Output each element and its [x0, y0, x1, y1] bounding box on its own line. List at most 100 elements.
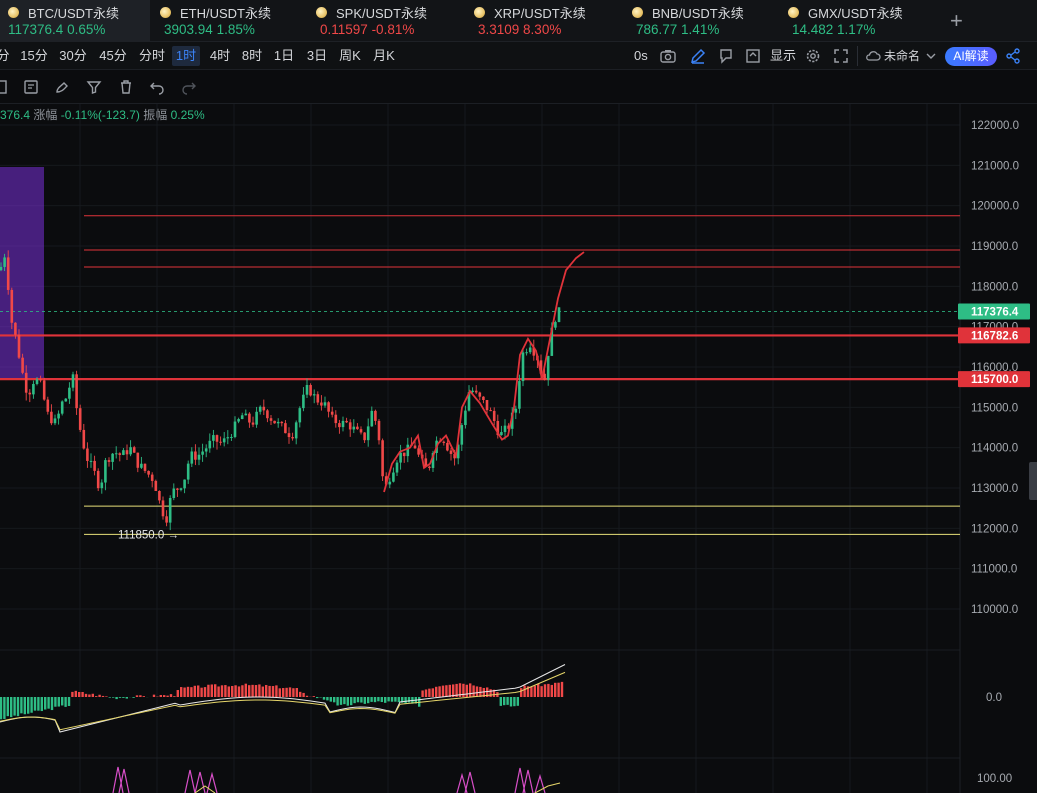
chevron-down-icon[interactable]: [922, 47, 940, 65]
candle-body: [147, 470, 150, 475]
macd-bar: [190, 687, 193, 697]
ticker-name: BTC/USDT永续: [28, 5, 120, 21]
macd-bar: [316, 697, 319, 699]
ticker-tab[interactable]: BTC/USDT永续 117376.4 0.65%: [0, 0, 150, 42]
ticker-tab[interactable]: GMX/USDT永续 14.482 1.17%: [784, 0, 934, 42]
interval-button[interactable]: 周K: [337, 46, 363, 66]
cursor-tool-icon[interactable]: [0, 78, 10, 96]
layout-name[interactable]: 未命名: [884, 46, 920, 66]
interval-button[interactable]: 1日: [272, 46, 296, 66]
share-icon[interactable]: [1004, 47, 1022, 65]
candle-body: [399, 452, 402, 463]
ticker-name: XRP/USDT永续: [494, 5, 586, 21]
display-settings-button[interactable]: 显示: [770, 46, 796, 66]
macd-bar: [509, 697, 513, 707]
macd-bar: [64, 697, 67, 707]
candle-body: [226, 437, 230, 439]
candle-body: [190, 451, 194, 464]
macd-bar: [197, 685, 200, 697]
macd-bar: [295, 688, 298, 697]
macd-bar: [506, 697, 509, 705]
interval-button[interactable]: 15分: [18, 46, 50, 66]
undo-icon[interactable]: [148, 78, 166, 96]
side-panel-handle[interactable]: [1029, 462, 1037, 500]
candle-body: [525, 352, 528, 354]
filter-icon[interactable]: [85, 78, 103, 96]
macd-bar: [44, 697, 47, 710]
candle-body: [237, 419, 240, 422]
macd-bar: [98, 694, 101, 697]
pencil-icon[interactable]: [689, 47, 707, 65]
candle-body: [129, 447, 132, 455]
add-tab-icon[interactable]: +: [950, 8, 963, 34]
interval-button[interactable]: 分时: [137, 46, 167, 66]
macd-bar: [560, 681, 564, 697]
ticker-tab[interactable]: XRP/USDT永续 3.3109 8.30%: [470, 0, 620, 42]
candle-body: [309, 385, 312, 396]
candle-body: [93, 460, 96, 471]
macd-bar: [27, 697, 30, 714]
ai-interpret-button[interactable]: AI解读: [945, 47, 997, 66]
interval-button[interactable]: 3日: [305, 46, 329, 66]
macd-bar: [530, 686, 533, 697]
ticker-change: -0.81%: [371, 22, 415, 37]
macd-bar: [302, 692, 305, 697]
ticker-tab[interactable]: BNB/USDT永续 786.77 1.41%: [628, 0, 778, 42]
macd-bar: [326, 697, 329, 701]
macd-bar: [207, 684, 210, 697]
candle-body: [179, 488, 183, 490]
redo-icon[interactable]: [180, 78, 198, 96]
interval-button[interactable]: 1时: [172, 46, 200, 66]
note-tool-icon[interactable]: [22, 78, 40, 96]
macd-bar: [469, 683, 472, 697]
y-axis-tick: 120000.0: [971, 201, 1019, 213]
expand-icon[interactable]: [832, 47, 850, 65]
interval-button[interactable]: 30分: [57, 46, 89, 66]
candle-body: [323, 402, 327, 406]
candle-body: [302, 394, 305, 409]
ticker-tab[interactable]: SPK/USDT永续 0.11597 -0.81%: [312, 0, 462, 42]
camera-icon[interactable]: [659, 47, 677, 65]
candle-body: [68, 387, 71, 399]
candle-body: [57, 413, 60, 419]
candle-body: [28, 392, 32, 395]
interval-button[interactable]: 45分: [97, 46, 129, 66]
candle-body: [42, 380, 46, 400]
y-axis-tick: 113000.0: [971, 483, 1018, 495]
macd-bar: [373, 697, 377, 703]
candle-body: [53, 418, 57, 424]
oscillator-line: [206, 771, 218, 793]
price-chart[interactable]: 111850.0 → 122000.0 121000.0 120000.0 119000…: [0, 104, 1037, 793]
candle-body: [186, 463, 190, 480]
brush-tool-icon[interactable]: [53, 78, 71, 96]
candle-body: [21, 357, 24, 373]
interval-button[interactable]: 分: [0, 46, 12, 66]
candle-body: [248, 413, 251, 423]
candle-body: [276, 421, 280, 424]
gear-icon[interactable]: [804, 47, 822, 65]
candle-body: [71, 374, 75, 388]
candle-body: [118, 453, 122, 455]
candle-body: [82, 429, 86, 449]
candle-body: [442, 441, 446, 443]
macd-bar: [180, 687, 183, 697]
candle-body: [183, 479, 186, 489]
y-axis-tick: 119000.0: [971, 241, 1018, 253]
macd-dif-line: [0, 664, 566, 733]
interval-button[interactable]: 8时: [240, 46, 264, 66]
candle-body: [557, 307, 561, 323]
macd-bar: [108, 697, 111, 698]
annotate-icon[interactable]: [717, 47, 735, 65]
interval-button[interactable]: 4时: [208, 46, 232, 66]
candle-body: [262, 406, 266, 411]
candle-body: [233, 421, 237, 437]
macd-bar: [278, 688, 281, 697]
interval-button[interactable]: 月K: [371, 46, 397, 66]
ticker-tab[interactable]: ETH/USDT永续 3903.94 1.85%: [156, 0, 306, 42]
trash-icon[interactable]: [117, 78, 135, 96]
chart-canvas[interactable]: 111850.0 → 122000.0 121000.0 120000.0 119000…: [0, 104, 1037, 793]
fullscreen-chart-icon[interactable]: [744, 47, 762, 65]
macd-bar: [472, 685, 475, 697]
ticker-price: 14.482: [792, 22, 838, 37]
candle-body: [334, 414, 338, 424]
